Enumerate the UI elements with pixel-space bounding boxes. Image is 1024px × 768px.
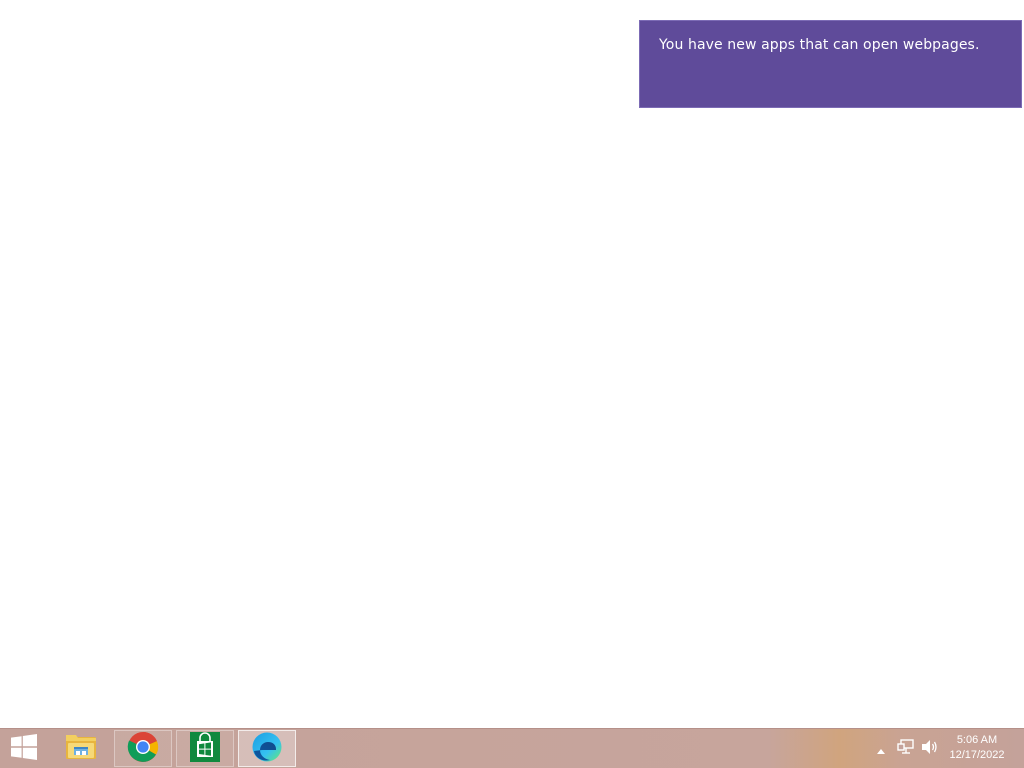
clock-date: 12/17/2022 xyxy=(949,749,1005,761)
taskbar-edge[interactable] xyxy=(238,730,296,767)
windows-logo-icon xyxy=(11,733,37,764)
network-tray-button[interactable] xyxy=(895,729,917,768)
show-hidden-icons-button[interactable] xyxy=(874,729,888,768)
taskbar-chrome[interactable] xyxy=(114,730,172,767)
notification-message: You have new apps that can open webpages… xyxy=(659,37,980,53)
network-icon xyxy=(897,738,915,759)
volume-icon xyxy=(921,739,939,759)
clock-time: 5:06 AM xyxy=(956,734,998,746)
file-explorer-icon xyxy=(64,732,98,766)
taskbar: 5:06 AM 12/17/2022 xyxy=(0,728,1024,768)
taskbar-store[interactable] xyxy=(176,730,234,767)
taskbar-clock[interactable]: 5:06 AM 12/17/2022 xyxy=(942,733,1012,763)
desktop[interactable] xyxy=(0,0,1024,728)
edge-icon xyxy=(251,731,283,767)
taskbar-file-explorer[interactable] xyxy=(52,730,110,767)
start-button[interactable] xyxy=(0,729,48,768)
show-hidden-icons-arrow-icon xyxy=(877,739,885,758)
store-icon xyxy=(190,731,220,766)
chrome-icon xyxy=(127,731,159,767)
volume-tray-button[interactable] xyxy=(919,729,941,768)
notification-toast[interactable]: You have new apps that can open webpages… xyxy=(639,20,1022,108)
